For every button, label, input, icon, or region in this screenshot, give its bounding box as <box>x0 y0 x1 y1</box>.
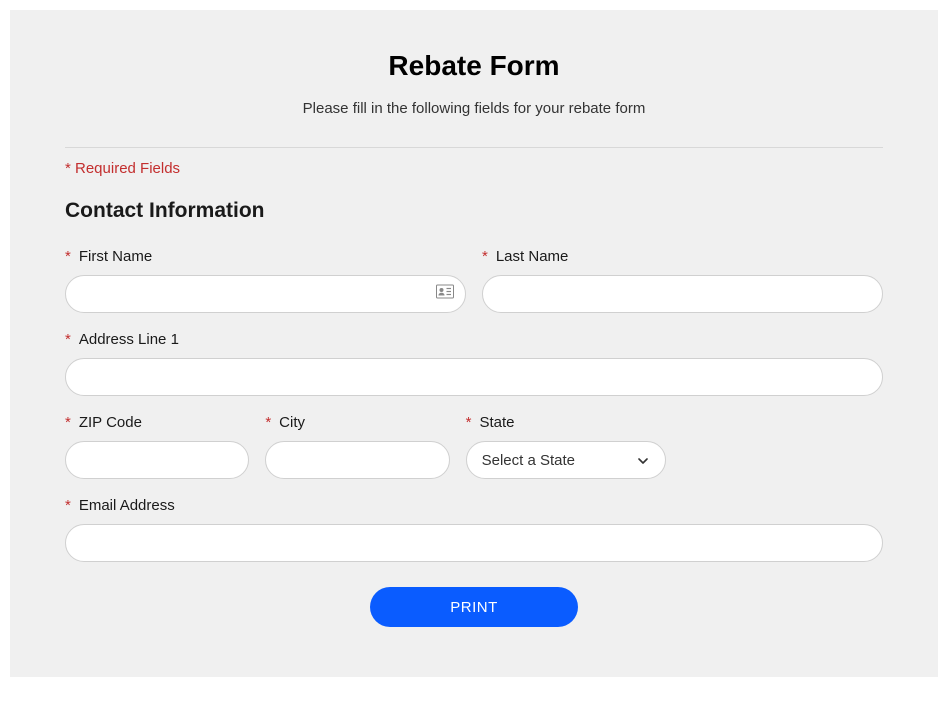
required-asterisk: * <box>265 414 271 431</box>
required-asterisk: * <box>482 248 488 265</box>
label-zip: * ZIP Code <box>65 414 249 431</box>
row-location: * ZIP Code * City * State Select a State <box>65 414 883 479</box>
label-text-state: State <box>479 414 514 431</box>
form-subtitle: Please fill in the following fields for … <box>65 100 883 117</box>
required-fields-note: * Required Fields <box>65 160 883 177</box>
label-text-first-name: First Name <box>79 248 152 265</box>
group-address1: * Address Line 1 <box>65 331 883 396</box>
state-select-wrapper: Select a State <box>466 441 666 479</box>
last-name-input[interactable] <box>482 275 883 313</box>
row-name: * First Name * <box>65 248 883 313</box>
address1-input[interactable] <box>65 358 883 396</box>
group-zip: * ZIP Code <box>65 414 249 479</box>
label-last-name: * Last Name <box>482 248 883 265</box>
first-name-input[interactable] <box>65 275 466 313</box>
label-text-zip: ZIP Code <box>79 414 142 431</box>
zip-input[interactable] <box>65 441 249 479</box>
group-last-name: * Last Name <box>482 248 883 313</box>
form-title: Rebate Form <box>65 50 883 82</box>
form-container: Rebate Form Please fill in the following… <box>10 10 938 677</box>
required-asterisk: * <box>466 414 472 431</box>
label-email: * Email Address <box>65 497 883 514</box>
label-text-last-name: Last Name <box>496 248 569 265</box>
row-email: * Email Address <box>65 497 883 562</box>
first-name-input-wrapper <box>65 275 466 313</box>
label-address1: * Address Line 1 <box>65 331 883 348</box>
label-state: * State <box>466 414 666 431</box>
group-city: * City <box>265 414 449 479</box>
row-address: * Address Line 1 <box>65 331 883 396</box>
email-input[interactable] <box>65 524 883 562</box>
label-first-name: * First Name <box>65 248 466 265</box>
divider <box>65 147 883 148</box>
required-asterisk: * <box>65 497 71 514</box>
print-button[interactable]: PRINT <box>370 587 578 627</box>
required-asterisk: * <box>65 331 71 348</box>
group-email: * Email Address <box>65 497 883 562</box>
label-city: * City <box>265 414 449 431</box>
submit-row: PRINT <box>65 587 883 627</box>
group-state: * State Select a State <box>466 414 666 479</box>
section-title: Contact Information <box>65 199 883 223</box>
state-select[interactable]: Select a State <box>466 441 666 479</box>
label-text-city: City <box>279 414 305 431</box>
group-first-name: * First Name <box>65 248 466 313</box>
label-text-email: Email Address <box>79 497 175 514</box>
city-input[interactable] <box>265 441 449 479</box>
label-text-address1: Address Line 1 <box>79 331 179 348</box>
id-card-icon <box>436 285 454 304</box>
required-asterisk: * <box>65 248 71 265</box>
required-asterisk: * <box>65 414 71 431</box>
